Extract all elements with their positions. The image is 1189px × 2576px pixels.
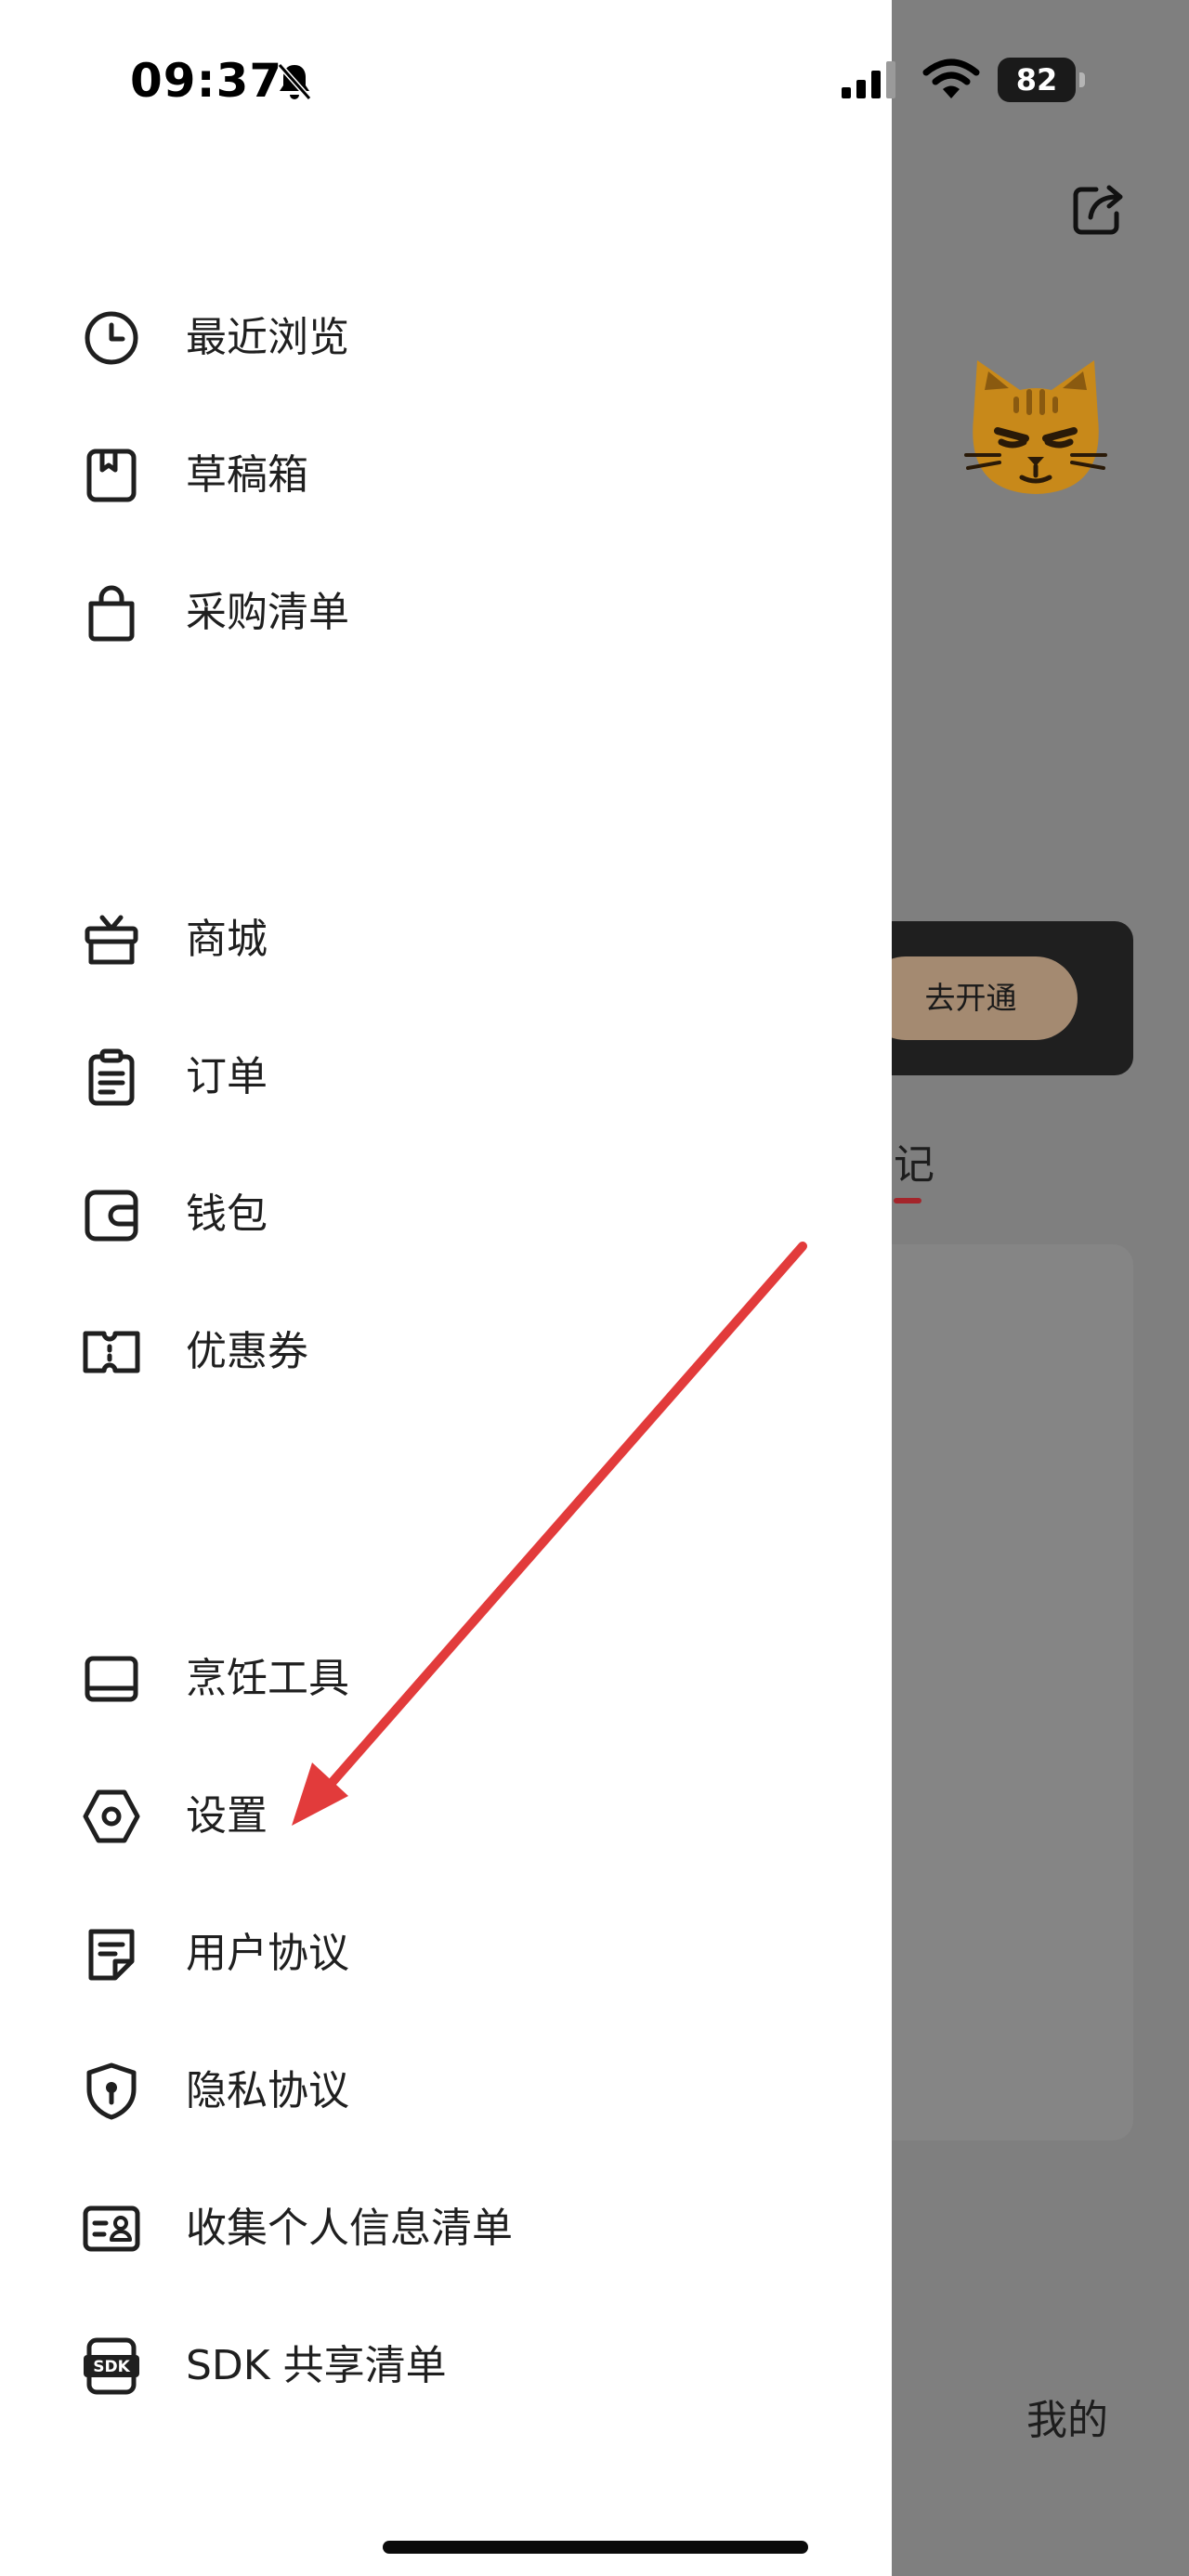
id-card-icon	[83, 2205, 140, 2252]
device-icon	[85, 1656, 138, 1702]
menu-item-sdk-list[interactable]: SDK SDK 共享清单	[0, 2309, 892, 2420]
menu-item-label: 烹饪工具	[186, 1655, 349, 1702]
status-time: 09:37	[130, 54, 283, 108]
side-drawer: 09:37 82 最近浏览 草稿箱 采购清单 商城 订单 钱包 优惠券 烹饪工具…	[0, 0, 1085, 2576]
bell-muted-icon	[277, 63, 312, 100]
menu-item-shopping-list[interactable]: 采购清单	[0, 555, 892, 667]
menu-item-privacy[interactable]: 隐私协议	[0, 2034, 892, 2145]
menu-item-label: 钱包	[186, 1190, 268, 1238]
menu-item-cooking-tools[interactable]: 烹饪工具	[0, 1621, 892, 1733]
menu-item-user-agreement[interactable]: 用户协议	[0, 1896, 892, 2008]
ticket-icon	[83, 1331, 140, 1373]
cat-avatar[interactable]	[957, 353, 1115, 501]
menu-item-label: 收集个人信息清单	[186, 2205, 513, 2252]
tabbar-item-mine[interactable]: 我的	[1026, 2387, 1108, 2446]
home-indicator	[383, 2541, 808, 2554]
menu-item-mall[interactable]: 商城	[0, 882, 892, 994]
menu-item-coupons[interactable]: 优惠券	[0, 1295, 892, 1406]
drafts-icon	[86, 449, 137, 502]
battery-tip	[1079, 72, 1085, 87]
share-icon[interactable]	[1068, 178, 1130, 240]
menu-item-settings[interactable]: 设置	[0, 1759, 892, 1870]
wallet-icon	[85, 1190, 138, 1242]
battery-level: 82	[1015, 62, 1058, 98]
shopping-bag-icon	[88, 585, 135, 642]
menu-item-label: 采购清单	[186, 589, 349, 636]
menu-item-label: SDK 共享清单	[186, 2342, 447, 2389]
battery-icon: 82	[998, 58, 1087, 102]
svg-text:SDK: SDK	[93, 2358, 130, 2376]
menu-item-label: 订单	[186, 1053, 268, 1100]
vip-activate-button[interactable]: 去开通	[864, 956, 1078, 1040]
clock-icon	[85, 311, 138, 365]
tab-notes[interactable]: 记	[894, 1131, 934, 1190]
menu-item-orders[interactable]: 订单	[0, 1020, 892, 1131]
menu-item-label: 隐私协议	[186, 2067, 349, 2114]
clipboard-icon	[88, 1048, 135, 1106]
menu-item-label: 商城	[186, 916, 268, 963]
wifi-icon	[922, 59, 980, 98]
menu-item-label: 设置	[186, 1792, 268, 1840]
menu-item-label: 用户协议	[186, 1930, 349, 1977]
menu-item-drafts[interactable]: 草稿箱	[0, 418, 892, 529]
settings-icon	[83, 1789, 140, 1843]
gift-icon	[85, 915, 138, 965]
menu-item-label: 草稿箱	[186, 451, 308, 499]
menu-item-label: 优惠券	[186, 1328, 308, 1375]
menu-item-label: 最近浏览	[186, 314, 349, 361]
sdk-icon: SDK	[84, 2337, 139, 2395]
cellular-signal-icon	[842, 61, 895, 98]
menu-item-personal-info-list[interactable]: 收集个人信息清单	[0, 2171, 892, 2283]
shield-icon	[86, 2062, 137, 2120]
menu-item-recent[interactable]: 最近浏览	[0, 280, 892, 392]
document-icon	[88, 1929, 135, 1981]
menu-item-wallet[interactable]: 钱包	[0, 1157, 892, 1268]
tab-active-indicator	[894, 1198, 921, 1203]
